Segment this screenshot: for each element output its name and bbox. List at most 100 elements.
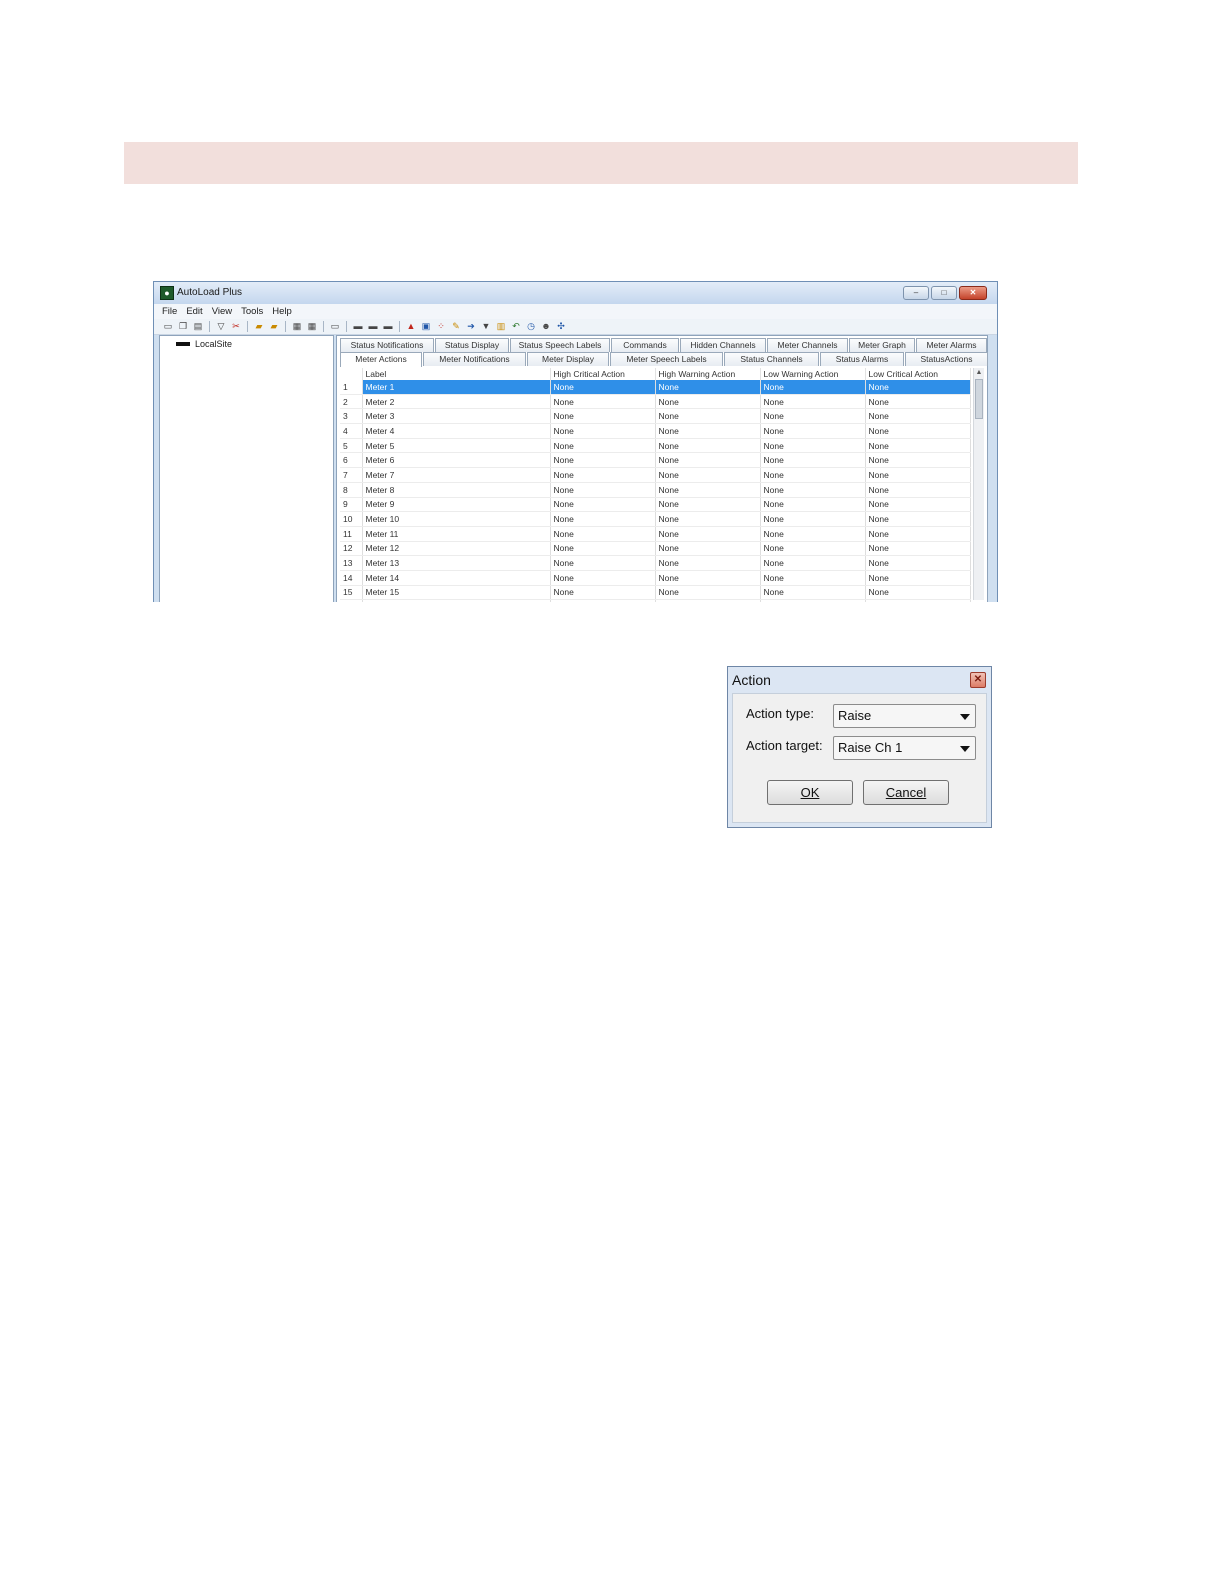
low-warning-action-cell[interactable]: None: [760, 497, 866, 513]
low-warning-action-cell[interactable]: None: [760, 467, 866, 483]
meter-label-cell[interactable]: Meter 9: [362, 497, 551, 513]
menu-file[interactable]: File: [162, 304, 177, 319]
meter-label-cell[interactable]: Meter 3: [362, 408, 551, 425]
tab-meter-speech-labels[interactable]: Meter Speech Labels: [610, 352, 723, 366]
low-warning-action-cell[interactable]: None: [760, 555, 866, 571]
high-critical-action-cell[interactable]: None: [550, 511, 656, 527]
tab-hidden-channels[interactable]: Hidden Channels: [680, 338, 766, 352]
high-warning-action-cell[interactable]: None: [655, 511, 761, 527]
table-row[interactable]: 3 Meter 3 None None None None: [340, 408, 971, 425]
low-critical-action-cell[interactable]: None: [865, 408, 971, 425]
high-critical-action-cell[interactable]: None: [550, 541, 656, 557]
save-all-icon[interactable]: ▦: [306, 321, 318, 332]
high-warning-action-cell[interactable]: None: [655, 452, 761, 469]
table-row[interactable]: 2 Meter 2 None None None None: [340, 394, 971, 410]
high-critical-action-cell[interactable]: None: [550, 526, 656, 542]
meter-label-cell[interactable]: Meter 14: [362, 570, 551, 586]
meter-label-cell[interactable]: Meter 10: [362, 511, 551, 527]
menu-view[interactable]: View: [212, 304, 232, 319]
low-warning-action-cell[interactable]: None: [760, 541, 866, 557]
low-critical-action-cell[interactable]: None: [865, 541, 971, 557]
table-row[interactable]: 12 Meter 12 None None None None: [340, 541, 971, 557]
filter-icon[interactable]: ▽: [215, 321, 227, 332]
table-row[interactable]: 13 Meter 13 None None None None: [340, 555, 971, 571]
minimize-button[interactable]: –: [903, 286, 929, 300]
low-critical-action-cell[interactable]: None: [865, 452, 971, 469]
cut-icon[interactable]: ✂: [230, 321, 242, 332]
alarm-icon[interactable]: ▲: [405, 321, 417, 332]
high-critical-action-cell[interactable]: None: [550, 423, 656, 439]
tab-status-display[interactable]: Status Display: [435, 338, 509, 352]
low-warning-action-cell[interactable]: None: [760, 482, 866, 498]
column-header-high-critical[interactable]: High Critical Action: [550, 368, 656, 380]
chart-icon[interactable]: ▥: [495, 321, 507, 332]
low-critical-action-cell[interactable]: None: [865, 438, 971, 454]
tab-meter-display[interactable]: Meter Display: [527, 352, 609, 366]
tab-meter-graph[interactable]: Meter Graph: [849, 338, 915, 352]
connect-icon[interactable]: ▬: [352, 321, 364, 332]
meter-label-cell[interactable]: Meter 15: [362, 585, 551, 601]
action-type-select[interactable]: Raise: [833, 704, 976, 728]
undo-icon[interactable]: ↶: [510, 321, 522, 332]
link-icon[interactable]: ▬: [382, 321, 394, 332]
tab-status-notifications[interactable]: Status Notifications: [340, 338, 434, 352]
low-critical-action-cell[interactable]: None: [865, 497, 971, 513]
tab-status-speech-labels[interactable]: Status Speech Labels: [510, 338, 610, 352]
table-row[interactable]: 5 Meter 5 None None None None: [340, 438, 971, 454]
table-row[interactable]: 11 Meter 11 None None None None: [340, 526, 971, 542]
meter-label-cell[interactable]: Meter 4: [362, 423, 551, 439]
meter-label-cell[interactable]: Meter 8: [362, 482, 551, 498]
high-critical-action-cell[interactable]: None: [550, 555, 656, 571]
meter-label-cell[interactable]: Meter 5: [362, 438, 551, 454]
scroll-up-icon[interactable]: ▲: [974, 368, 984, 378]
paste-icon[interactable]: ▤: [192, 321, 204, 332]
table-row[interactable]: 6 Meter 6 None None None None: [340, 452, 971, 469]
table-row[interactable]: 4 Meter 4 None None None None: [340, 423, 971, 439]
print-icon[interactable]: ▭: [329, 321, 341, 332]
table-row[interactable]: 16Meter 16NoneNoneNoneNone: [340, 599, 971, 602]
menu-edit[interactable]: Edit: [186, 304, 202, 319]
tab-status-actions[interactable]: StatusActions: [905, 352, 988, 366]
high-warning-action-cell[interactable]: None: [655, 408, 761, 425]
action-target-select[interactable]: Raise Ch 1: [833, 736, 976, 760]
meter-label-cell[interactable]: Meter 11: [362, 526, 551, 542]
tab-meter-alarms[interactable]: Meter Alarms: [916, 338, 987, 352]
title-bar[interactable]: ● AutoLoad Plus – □ ✕: [154, 282, 997, 304]
low-critical-action-cell[interactable]: None: [865, 585, 971, 601]
low-warning-action-cell[interactable]: None: [760, 570, 866, 586]
ok-button[interactable]: OK: [767, 780, 853, 805]
low-warning-action-cell[interactable]: None: [760, 380, 866, 395]
low-critical-action-cell[interactable]: None: [865, 555, 971, 571]
tab-commands[interactable]: Commands: [611, 338, 679, 352]
table-row[interactable]: 14 Meter 14 None None None None: [340, 570, 971, 586]
save-icon[interactable]: ▦: [291, 321, 303, 332]
close-button[interactable]: ✕: [959, 286, 987, 300]
high-warning-action-cell[interactable]: None: [655, 541, 761, 557]
low-warning-action-cell[interactable]: None: [760, 394, 866, 410]
cancel-button[interactable]: Cancel: [863, 780, 949, 805]
table-row[interactable]: 8 Meter 8 None None None None: [340, 482, 971, 498]
meter-label-cell[interactable]: Meter 6: [362, 452, 551, 469]
high-warning-action-cell[interactable]: None: [655, 599, 761, 602]
high-critical-action-cell[interactable]: None: [550, 585, 656, 601]
tab-status-alarms[interactable]: Status Alarms: [820, 352, 904, 366]
high-warning-action-cell[interactable]: None: [655, 497, 761, 513]
low-critical-action-cell[interactable]: None: [865, 482, 971, 498]
low-critical-action-cell[interactable]: None: [865, 599, 971, 602]
grid-icon[interactable]: ⁘: [435, 321, 447, 332]
tab-meter-notifications[interactable]: Meter Notifications: [423, 352, 526, 366]
tab-status-channels[interactable]: Status Channels: [724, 352, 819, 366]
high-warning-action-cell[interactable]: None: [655, 467, 761, 483]
display-icon[interactable]: ▣: [420, 321, 432, 332]
table-row[interactable]: 7 Meter 7 None None None None: [340, 467, 971, 483]
edit-icon[interactable]: ✎: [450, 321, 462, 332]
high-critical-action-cell[interactable]: None: [550, 394, 656, 410]
column-header-low-warning[interactable]: Low Warning Action: [760, 368, 866, 380]
high-warning-action-cell[interactable]: None: [655, 555, 761, 571]
high-critical-action-cell[interactable]: None: [550, 467, 656, 483]
low-warning-action-cell[interactable]: None: [760, 423, 866, 439]
column-header-label[interactable]: Label: [362, 368, 551, 380]
high-warning-action-cell[interactable]: None: [655, 423, 761, 439]
high-critical-action-cell[interactable]: None: [550, 452, 656, 469]
table-row[interactable]: 1 Meter 1 None None None None: [340, 380, 971, 395]
